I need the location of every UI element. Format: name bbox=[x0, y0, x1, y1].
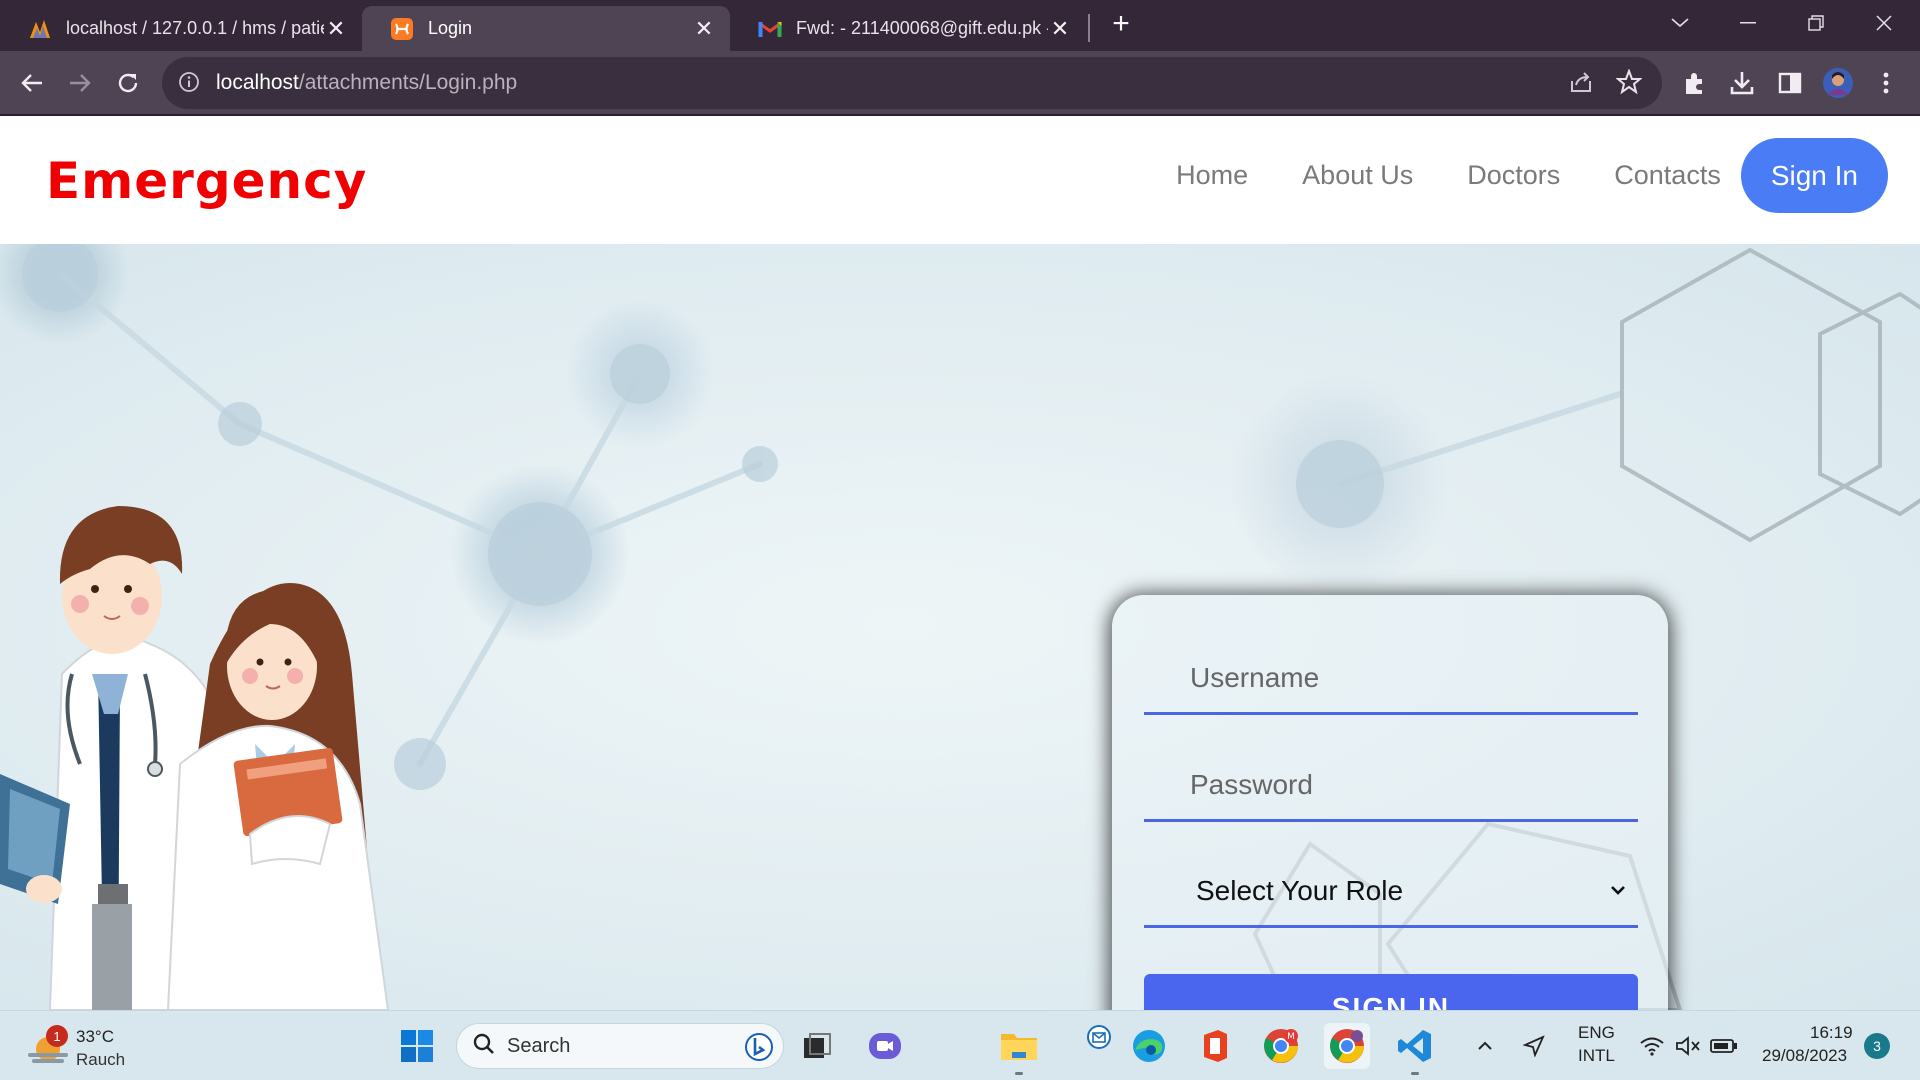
close-tab-icon[interactable]: ✕ bbox=[692, 16, 716, 41]
location-arrow-icon[interactable] bbox=[1514, 1023, 1554, 1069]
search-icon bbox=[473, 1033, 495, 1060]
restore-icon[interactable] bbox=[1796, 8, 1836, 38]
hero-background: Select Your Role SIGN IN bbox=[0, 244, 1920, 1010]
bookmark-star-icon[interactable] bbox=[1615, 68, 1643, 100]
nav-home[interactable]: Home bbox=[1176, 160, 1248, 191]
url-host: localhost bbox=[216, 71, 299, 94]
browser-toolbar: localhost/attachments/Login.php bbox=[0, 51, 1920, 115]
weather-temperature: 33°C bbox=[76, 1027, 114, 1046]
nav-contacts[interactable]: Contacts bbox=[1614, 160, 1721, 191]
clock-date[interactable]: 29/08/2023 bbox=[1762, 1046, 1847, 1066]
weather-alert-badge: 1 bbox=[46, 1025, 68, 1047]
side-panel-icon[interactable] bbox=[1774, 67, 1806, 99]
reload-icon[interactable] bbox=[110, 65, 146, 101]
notification-count-badge[interactable]: 3 bbox=[1864, 1033, 1890, 1059]
gmail-icon bbox=[758, 17, 782, 41]
extensions-puzzle-icon[interactable] bbox=[1678, 67, 1710, 99]
tab-gmail[interactable]: Fwd: - 211400068@gift.edu.pk - ✕ bbox=[730, 6, 1086, 51]
url-path: /attachments/Login.php bbox=[298, 71, 518, 94]
close-tab-icon[interactable]: ✕ bbox=[324, 16, 348, 41]
tab-title: localhost / 127.0.0.1 / hms / patie bbox=[66, 18, 324, 38]
bing-chat-icon[interactable] bbox=[745, 1032, 773, 1067]
minimize-icon[interactable] bbox=[1728, 8, 1768, 38]
taskbar-search[interactable]: Search bbox=[456, 1023, 784, 1069]
edge-browser-icon[interactable] bbox=[1126, 1023, 1172, 1069]
nav-links: Home About Us Doctors Contacts Sign In bbox=[1176, 138, 1888, 213]
tab-search-chevron-icon[interactable] bbox=[1660, 8, 1700, 38]
windows-taskbar: 1 33°C Rauch Search M ENG INTL 16:19 29/… bbox=[0, 1010, 1920, 1080]
tab-title: Login bbox=[428, 18, 473, 38]
start-windows-icon[interactable] bbox=[394, 1023, 440, 1069]
browser-tab-bar: localhost / 127.0.0.1 / hms / patie ✕ Lo… bbox=[0, 0, 1920, 51]
chrome-browser-icon[interactable] bbox=[1324, 1023, 1370, 1069]
chevron-down-icon bbox=[1610, 882, 1626, 900]
tray-overflow-chevron-icon[interactable] bbox=[1468, 1023, 1502, 1069]
forward-arrow-icon[interactable] bbox=[62, 65, 98, 101]
username-field[interactable] bbox=[1144, 643, 1638, 715]
download-icon[interactable] bbox=[1726, 67, 1758, 99]
file-explorer-icon[interactable] bbox=[996, 1023, 1042, 1075]
username-input[interactable] bbox=[1144, 661, 1638, 694]
phpmyadmin-icon bbox=[28, 17, 52, 41]
site-info-icon[interactable] bbox=[178, 71, 202, 95]
keyboard-layout-indicator[interactable]: INTL bbox=[1578, 1046, 1615, 1066]
tab-phpmyadmin[interactable]: localhost / 127.0.0.1 / hms / patie ✕ bbox=[0, 6, 362, 51]
profile-avatar[interactable] bbox=[1822, 67, 1854, 99]
new-tab-icon[interactable]: + bbox=[1106, 9, 1136, 40]
teams-chat-icon[interactable] bbox=[862, 1023, 908, 1069]
nav-sign-in-button[interactable]: Sign In bbox=[1740, 138, 1888, 213]
tab-login[interactable]: Login ✕ bbox=[362, 6, 730, 51]
language-indicator[interactable]: ENG bbox=[1578, 1023, 1615, 1043]
sign-in-button[interactable]: SIGN IN bbox=[1144, 974, 1638, 1010]
omnibox-actions bbox=[1568, 68, 1643, 100]
weather-condition: Rauch bbox=[76, 1050, 126, 1069]
url-text: localhost/attachments/Login.php bbox=[216, 71, 517, 95]
login-form: Select Your Role SIGN IN bbox=[1112, 595, 1668, 1010]
share-icon[interactable] bbox=[1568, 69, 1594, 100]
tab-title: Fwd: - 211400068@gift.edu.pk - bbox=[796, 18, 1048, 38]
weather-widget[interactable]: 1 33°C Rauch bbox=[26, 1019, 156, 1073]
vscode-icon[interactable] bbox=[1392, 1023, 1438, 1075]
close-window-icon[interactable] bbox=[1864, 8, 1904, 38]
tab-divider bbox=[1088, 14, 1090, 42]
search-label: Search bbox=[507, 1034, 571, 1057]
task-view-icon[interactable] bbox=[794, 1023, 840, 1069]
menu-kebab-icon[interactable] bbox=[1870, 67, 1902, 99]
password-field[interactable] bbox=[1144, 750, 1638, 822]
svg-text:M: M bbox=[1287, 1032, 1295, 1042]
doctors-illustration bbox=[0, 506, 390, 1010]
chrome-profile-icon[interactable]: M bbox=[1258, 1023, 1304, 1069]
clock-time[interactable]: 16:19 bbox=[1810, 1023, 1853, 1043]
office-icon[interactable] bbox=[1192, 1023, 1238, 1069]
brand-logo[interactable]: Emergency bbox=[46, 152, 367, 210]
role-select-value: Select Your Role bbox=[1196, 874, 1404, 906]
role-select[interactable]: Select Your Role bbox=[1144, 856, 1638, 928]
password-input[interactable] bbox=[1144, 768, 1638, 801]
address-bar[interactable]: localhost/attachments/Login.php bbox=[162, 57, 1662, 109]
mail-notification-icon[interactable] bbox=[1076, 1023, 1122, 1069]
back-arrow-icon[interactable] bbox=[14, 65, 50, 101]
close-tab-icon[interactable]: ✕ bbox=[1048, 16, 1072, 41]
site-navbar: Emergency Home About Us Doctors Contacts… bbox=[0, 116, 1920, 244]
battery-icon[interactable] bbox=[1702, 1023, 1746, 1069]
nav-about-us[interactable]: About Us bbox=[1302, 160, 1413, 191]
nav-doctors[interactable]: Doctors bbox=[1467, 160, 1560, 191]
xampp-icon bbox=[390, 17, 414, 41]
web-page: Emergency Home About Us Doctors Contacts… bbox=[0, 116, 1920, 1010]
